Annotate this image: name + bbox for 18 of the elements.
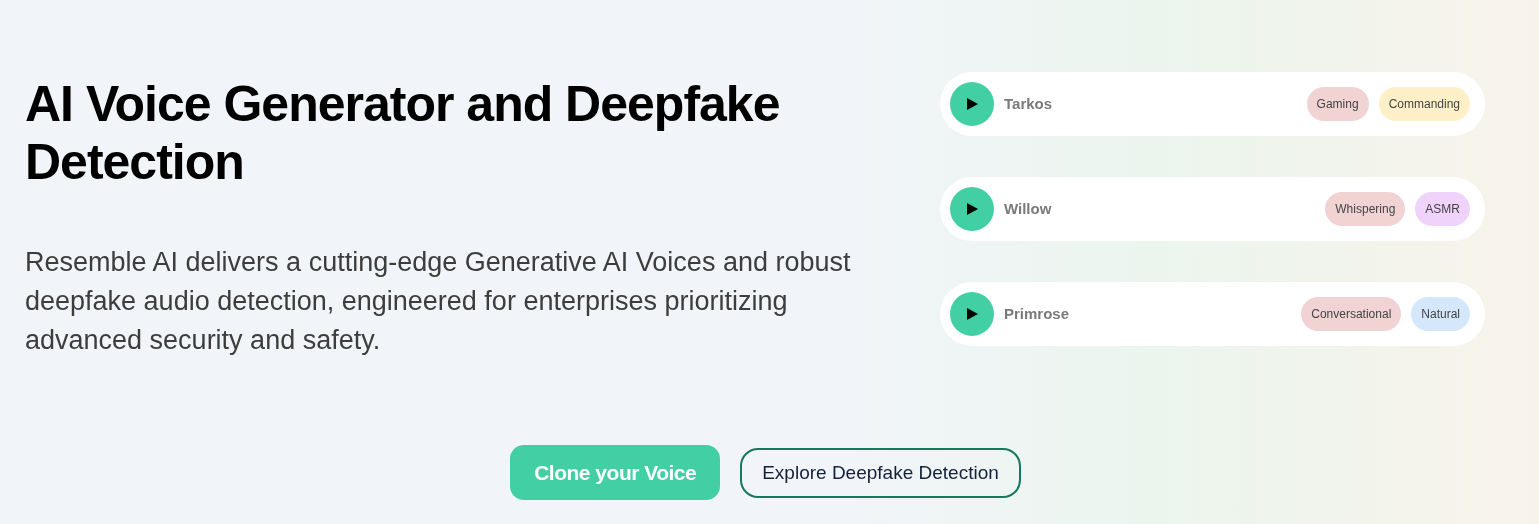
voice-name: Tarkos [1004, 93, 1053, 114]
play-button[interactable] [950, 82, 994, 126]
voice-name: Primrose [1004, 303, 1070, 324]
play-icon [965, 97, 979, 111]
play-button[interactable] [950, 187, 994, 231]
play-icon [965, 307, 979, 321]
voice-tag: ASMR [1415, 192, 1470, 226]
voice-tag: Conversational [1301, 297, 1402, 331]
voice-tag: Commanding [1378, 87, 1470, 121]
explore-button[interactable]: Explore Deepfake Detection [740, 448, 1021, 498]
voice-tag: Gaming [1306, 87, 1369, 121]
voice-tag: Natural [1411, 297, 1470, 331]
play-icon [965, 202, 979, 216]
play-button[interactable] [950, 292, 994, 336]
voice-tag: Whispering [1325, 192, 1406, 226]
hero-description: Resemble AI delivers a cutting-edge Generative AI Voices and robust deepfake audio detection, engineered for enterprises prioritizing advanced security and safety. [25, 246, 852, 357]
hero-title: AI Voice Generator and Deepfake Detection [25, 75, 781, 191]
voice-name: Willow [1004, 198, 1052, 219]
